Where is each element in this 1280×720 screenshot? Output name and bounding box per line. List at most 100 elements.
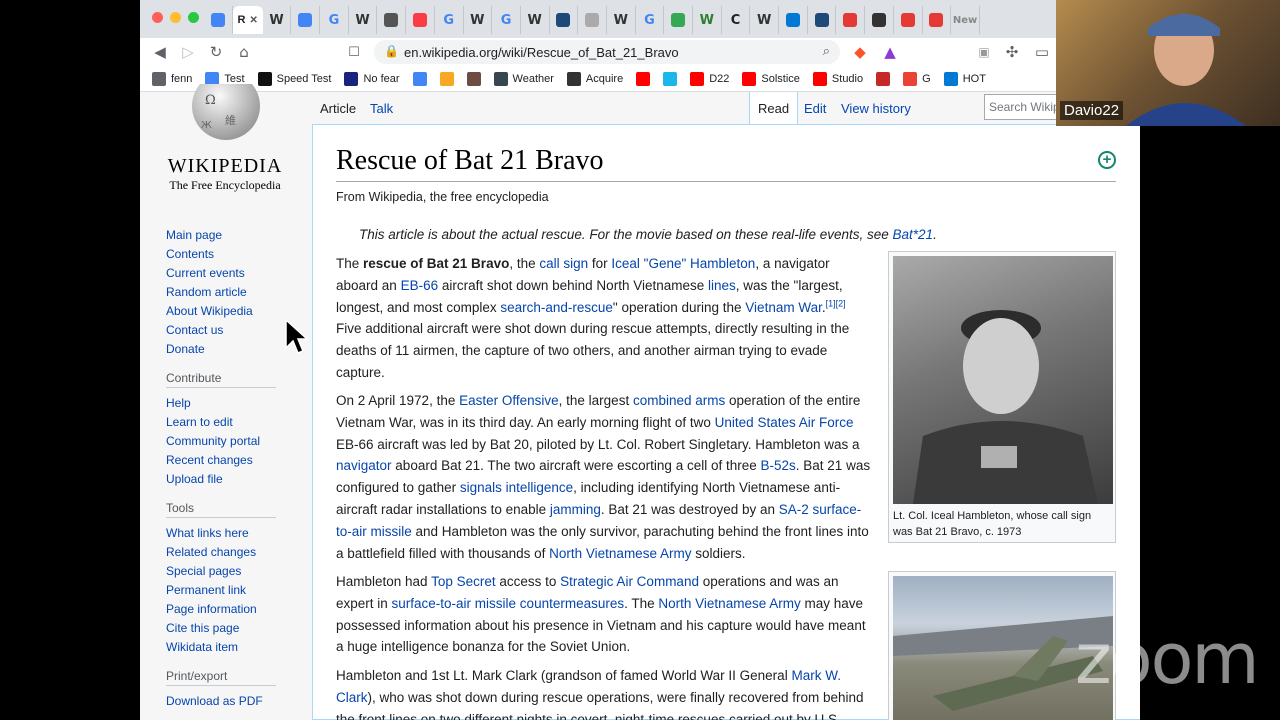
sidebar-item-random-article[interactable]: Random article — [166, 283, 306, 302]
forward-icon[interactable]: ▷ — [178, 42, 198, 62]
tab-doc-13[interactable] — [578, 6, 607, 34]
close-tab-icon[interactable]: ✕ — [249, 15, 257, 26]
extensions-icon[interactable]: ✣ — [1002, 42, 1022, 62]
tab-wikipedia-14[interactable]: W — [607, 6, 636, 34]
tab-wikipedia-11[interactable]: W — [521, 6, 550, 34]
tab-user-23[interactable] — [865, 6, 894, 34]
yt-icon — [690, 71, 705, 86]
wallet-icon[interactable]: ▭ — [1032, 42, 1052, 62]
hambleton-photo[interactable] — [893, 256, 1113, 504]
tab-article[interactable]: Article — [320, 92, 356, 124]
brave-shield-icon[interactable]: ◆ — [850, 42, 870, 62]
maps-icon — [671, 13, 686, 27]
tab-edit[interactable]: Edit — [804, 92, 826, 124]
tab-w-green-17[interactable]: W — [693, 6, 722, 34]
tab-google-4[interactable]: G — [320, 6, 349, 34]
tab-active[interactable]: R ✕ — [232, 6, 263, 34]
yt-icon — [636, 71, 651, 86]
bookmark-hot[interactable]: HOT — [943, 71, 986, 86]
outlook-icon — [785, 13, 800, 27]
sidebar-item-page-information[interactable]: Page information — [166, 600, 306, 619]
sidebar-item-learn-to-edit[interactable]: Learn to edit — [166, 413, 306, 432]
wikipedia-logo[interactable]: Ω 維 Ж WIKIPEDIA The Free Encyclopedia — [165, 72, 285, 194]
sidebar-item-recent-changes[interactable]: Recent changes — [166, 451, 306, 470]
sidebar-item-download-as-pdf[interactable]: Download as PDF — [166, 692, 306, 711]
tab-photo-6[interactable] — [377, 6, 407, 34]
profile-extension-icon[interactable]: ▣ — [974, 42, 994, 62]
add-topic-icon[interactable]: + — [1098, 151, 1116, 169]
bookmark-no-fear[interactable]: No fear — [344, 71, 400, 86]
sidebar-item-what-links-here[interactable]: What links here — [166, 524, 306, 543]
bookmark-weather[interactable]: Weather — [493, 71, 554, 86]
zoom-window-button[interactable] — [188, 12, 199, 23]
tab-wikipedia-5[interactable]: W — [349, 6, 378, 34]
hatnote-link[interactable]: Bat*21 — [893, 227, 934, 242]
bookmark-solstice[interactable]: Solstice — [742, 71, 800, 86]
tab-blue2-21[interactable] — [808, 6, 837, 34]
minimize-window-button[interactable] — [170, 12, 181, 23]
wikipedia-icon: W — [757, 12, 772, 28]
close-window-button[interactable] — [152, 12, 163, 23]
tab-new-26[interactable]: New — [951, 6, 980, 34]
url-text[interactable]: en.wikipedia.org/wiki/Rescue_of_Bat_21_B… — [404, 45, 679, 60]
home-icon[interactable]: ⌂ — [234, 42, 254, 62]
tools-list: What links here Related changes Special pa… — [166, 524, 306, 657]
doc-icon — [585, 13, 600, 27]
sidebar-item-help[interactable]: Help — [166, 394, 306, 413]
tab-view-history[interactable]: View history — [841, 92, 911, 124]
bookmark-d22[interactable]: D22 — [690, 71, 729, 86]
brave-rewards-icon[interactable]: ▲ — [880, 42, 900, 62]
tab-wikipedia-9[interactable]: W — [464, 6, 493, 34]
tab-pulse-24[interactable] — [894, 6, 923, 34]
outlook-icon — [943, 71, 958, 86]
svg-text:Ω: Ω — [205, 93, 216, 108]
sidebar-item-special-pages[interactable]: Special pages — [166, 562, 306, 581]
sidebar-item-main-page[interactable]: Main page — [166, 226, 306, 245]
tab-google-15[interactable]: G — [636, 6, 665, 34]
bookmark-coin-5[interactable] — [439, 71, 454, 86]
address-bar[interactable]: 🔒 en.wikipedia.org/wiki/Rescue_of_Bat_21… — [374, 40, 840, 64]
tab-maps-16[interactable] — [664, 6, 693, 34]
bookmark-studio[interactable]: Studio — [812, 71, 863, 86]
tab-wikipedia-2[interactable]: W — [263, 6, 292, 34]
sidebar-item-current-events[interactable]: Current events — [166, 264, 306, 283]
tab-google-8[interactable]: G — [435, 6, 464, 34]
reload-icon[interactable]: ↻ — [206, 42, 226, 62]
sidebar-item-related-changes[interactable]: Related changes — [166, 543, 306, 562]
tab-google-10[interactable]: G — [492, 6, 521, 34]
tab-blue-12[interactable] — [550, 6, 579, 34]
tab-strip: R ✕ W G W G W G W W G W C W New — [140, 0, 1140, 38]
bookmark-g[interactable]: G — [903, 71, 931, 86]
sidebar-item-permanent-link[interactable]: Permanent link — [166, 581, 306, 600]
tab-outlook-20[interactable] — [779, 6, 808, 34]
tab-read[interactable]: Read — [749, 92, 799, 124]
wikipedia-icon: W — [613, 12, 628, 28]
bookmark-Pt-4[interactable] — [412, 71, 427, 86]
sidebar-item-cite-this-page[interactable]: Cite this page — [166, 619, 306, 638]
tab-pt-0[interactable] — [204, 6, 233, 34]
tab-music-7[interactable] — [406, 6, 435, 34]
sidebar-item-wikidata-item[interactable]: Wikidata item — [166, 638, 306, 657]
bookmark-yt-9[interactable] — [636, 71, 651, 86]
bookmark-bug-6[interactable] — [466, 71, 481, 86]
bookmark-v-10[interactable] — [663, 71, 678, 86]
bookmark-acquire[interactable]: Acquire — [566, 71, 623, 86]
sidebar-item-contents[interactable]: Contents — [166, 245, 306, 264]
back-icon[interactable]: ◀ — [150, 42, 170, 62]
blue2-icon — [814, 13, 829, 27]
bookmark-flag-14[interactable] — [876, 71, 891, 86]
tab-c-18[interactable]: C — [722, 6, 751, 34]
sidebar-item-community-portal[interactable]: Community portal — [166, 432, 306, 451]
zoom-lens-icon[interactable]: ⌕ — [823, 44, 830, 59]
contribute-list: Help Learn to edit Community portal Recent … — [166, 394, 306, 489]
weather-icon — [493, 71, 508, 86]
article-content: Rescue of Bat 21 Bravo + From Wikipedia,… — [312, 124, 1140, 720]
bookmark-icon[interactable]: ☐ — [344, 42, 364, 62]
tab-red-22[interactable] — [836, 6, 866, 34]
sidebar-item-upload-file[interactable]: Upload file — [166, 470, 306, 489]
bookmark-label: Solstice — [761, 72, 800, 85]
tab-pulse-25[interactable] — [923, 6, 952, 34]
tab-gray-3[interactable] — [291, 6, 321, 34]
tab-wikipedia-19[interactable]: W — [750, 6, 780, 34]
tab-talk[interactable]: Talk — [370, 92, 393, 124]
